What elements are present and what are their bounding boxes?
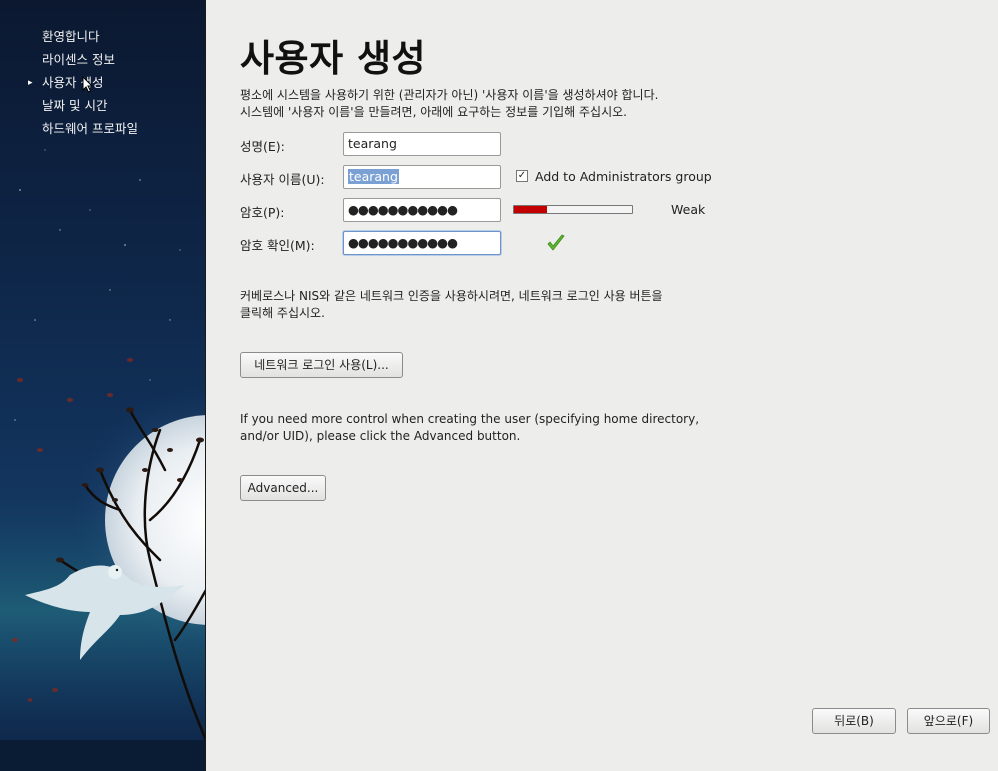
network-auth-text: 커베로스나 NIS와 같은 네트워크 인증을 사용하시려면, 네트워크 로그인 …	[240, 288, 663, 322]
advanced-text-line: If you need more control when creating t…	[240, 412, 700, 426]
advanced-button[interactable]: Advanced...	[240, 475, 326, 501]
password-row: 암호(P): ●●●●●●●●●●● Weak	[240, 198, 940, 222]
fullname-row: 성명(E): tearang	[240, 132, 940, 156]
network-auth-line: 클릭해 주십시오.	[240, 306, 325, 320]
page-title: 사용자 생성	[240, 37, 427, 80]
sidebar-item-license[interactable]: 라이센스 정보	[0, 51, 205, 74]
sidebar-item-date-time[interactable]: 날짜 및 시간	[0, 97, 205, 120]
password-strength-meter	[513, 205, 633, 214]
back-button[interactable]: 뒤로(B)	[812, 708, 896, 734]
admin-group-checkbox-label[interactable]: Add to Administrators group	[535, 169, 712, 184]
sidebar-item-label: 하드웨어 프로파일	[42, 121, 138, 136]
confirm-password-field[interactable]: ●●●●●●●●●●●	[343, 231, 501, 255]
username-row: 사용자 이름(U): tearang ✓ Add to Administrato…	[240, 165, 940, 189]
sidebar-item-label: 환영합니다	[42, 29, 100, 44]
mouse-cursor-icon	[82, 76, 94, 93]
password-strength-fill	[514, 206, 548, 213]
network-auth-line: 커베로스나 NIS와 같은 네트워크 인증을 사용하시려면, 네트워크 로그인 …	[240, 289, 663, 303]
intro-text: 평소에 시스템을 사용하기 위한 (관리자가 아닌) '사용자 이름'을 생성하…	[240, 87, 658, 121]
main-content: 사용자 생성 평소에 시스템을 사용하기 위한 (관리자가 아닌) '사용자 이…	[206, 0, 998, 771]
confirm-password-row: 암호 확인(M): ●●●●●●●●●●●	[240, 231, 940, 255]
fullname-label: 성명(E):	[240, 139, 285, 154]
sidebar: 환영합니다 라이센스 정보 ▸ 사용자 생성 날짜 및 시간 하드웨어 프로파일	[0, 0, 206, 771]
username-field[interactable]: tearang	[343, 165, 501, 189]
sidebar-item-welcome[interactable]: 환영합니다	[0, 28, 205, 51]
sidebar-item-label: 라이센스 정보	[42, 52, 115, 67]
forward-button[interactable]: 앞으로(F)	[907, 708, 990, 734]
sidebar-item-label: 날짜 및 시간	[42, 98, 108, 113]
sidebar-item-create-user[interactable]: ▸ 사용자 생성	[0, 74, 205, 97]
sidebar-item-hardware-profile[interactable]: 하드웨어 프로파일	[0, 120, 205, 143]
checkmark-icon	[547, 234, 565, 251]
sidebar-item-label: 사용자 생성	[42, 75, 104, 90]
current-step-arrow-icon: ▸	[28, 78, 33, 88]
intro-line: 평소에 시스템을 사용하기 위한 (관리자가 아닌) '사용자 이름'을 생성하…	[240, 88, 659, 102]
intro-line: 시스템에 '사용자 이름'을 만들려면, 아래에 요구하는 정보를 기입해 주십…	[240, 105, 627, 119]
fullname-field[interactable]: tearang	[343, 132, 501, 156]
password-label: 암호(P):	[240, 205, 285, 220]
advanced-text-line: and/or UID), please click the Advanced b…	[240, 429, 521, 443]
username-label: 사용자 이름(U):	[240, 172, 325, 187]
sidebar-nav: 환영합니다 라이센스 정보 ▸ 사용자 생성 날짜 및 시간 하드웨어 프로파일	[0, 28, 205, 143]
password-strength-label: Weak	[671, 202, 706, 217]
network-login-button[interactable]: 네트워크 로그인 사용(L)...	[240, 352, 403, 378]
confirm-password-label: 암호 확인(M):	[240, 238, 315, 253]
admin-group-checkbox[interactable]: ✓	[516, 170, 528, 182]
username-selected-text: tearang	[348, 169, 399, 184]
advanced-text: If you need more control when creating t…	[240, 411, 699, 445]
password-field[interactable]: ●●●●●●●●●●●	[343, 198, 501, 222]
